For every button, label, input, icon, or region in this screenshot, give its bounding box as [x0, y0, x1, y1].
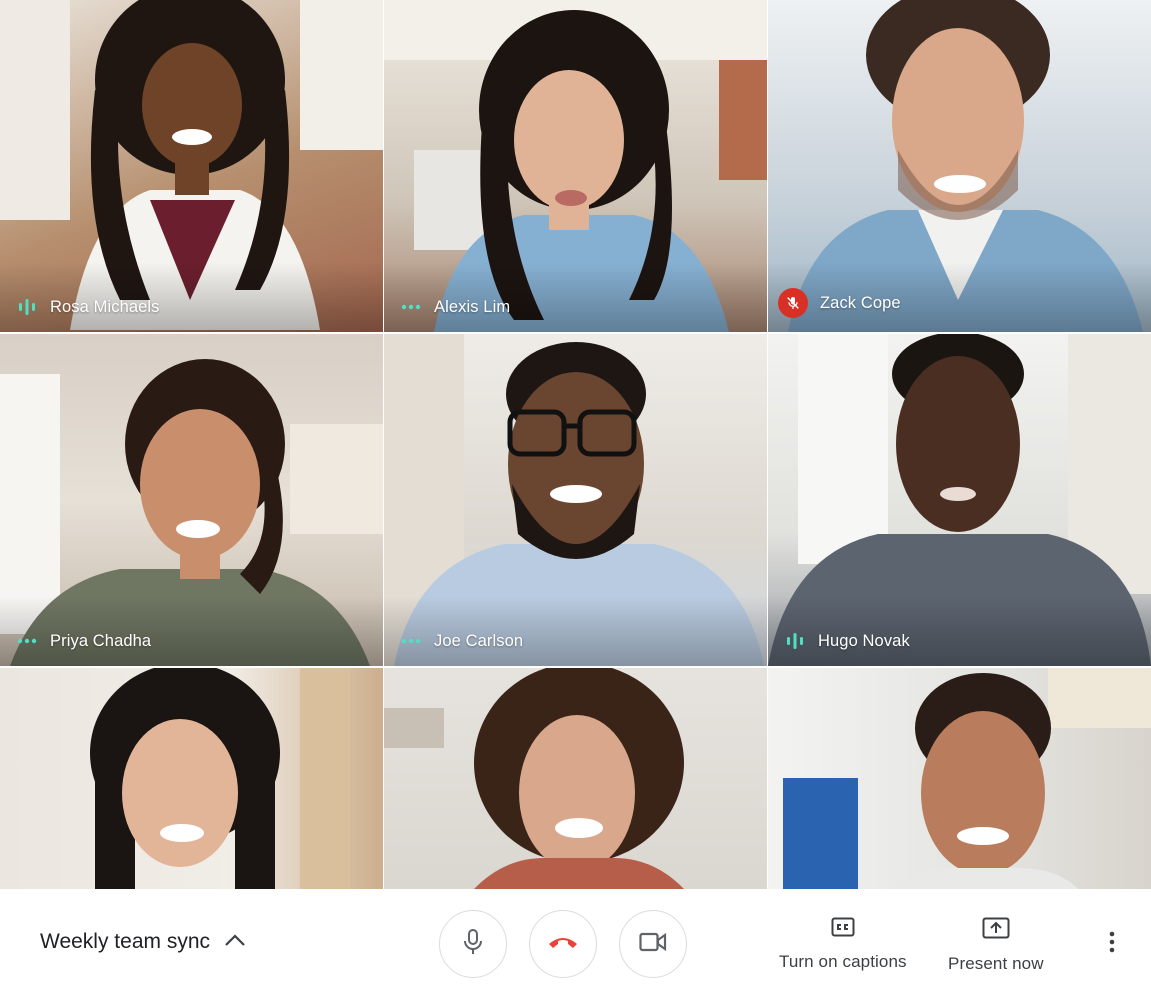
present-now-button[interactable]: Present now — [948, 917, 1044, 974]
participant-grid: Rosa Michaels Alexis Lim Zack Cope Priya… — [0, 0, 1151, 889]
hangup-icon — [547, 934, 579, 955]
participant-video — [783, 668, 1151, 889]
meeting-details[interactable]: Weekly team sync — [40, 930, 246, 954]
camera-button[interactable] — [619, 910, 687, 978]
speaking-icon — [784, 630, 806, 652]
participant-tile-7[interactable] — [0, 668, 383, 889]
participant-tile-priya-chadha[interactable]: Priya Chadha — [0, 334, 383, 666]
participant-tile-hugo-novak[interactable]: Hugo Novak — [768, 334, 1151, 666]
speaking-icon — [16, 296, 38, 318]
nameplate: Priya Chadha — [16, 630, 151, 652]
participant-tile-alexis-lim[interactable]: Alexis Lim — [384, 0, 767, 332]
participant-name: Rosa Michaels — [50, 297, 160, 316]
nameplate: Zack Cope — [778, 288, 901, 318]
participant-tile-joe-carlson[interactable]: Joe Carlson — [384, 334, 767, 666]
captions-button[interactable]: Turn on captions — [779, 917, 907, 972]
present-icon — [982, 917, 1010, 944]
captions-icon — [831, 917, 855, 942]
mic-off-icon — [778, 288, 808, 318]
participant-name: Zack Cope — [820, 293, 901, 312]
nameplate: Rosa Michaels — [16, 296, 160, 318]
participant-name: Priya Chadha — [50, 631, 152, 650]
participant-video — [384, 668, 684, 889]
microphone-button[interactable] — [439, 910, 507, 978]
participant-tile-8[interactable] — [384, 668, 767, 889]
participant-tile-rosa-michaels[interactable]: Rosa Michaels — [0, 0, 383, 332]
present-label: Present now — [948, 954, 1044, 973]
chevron-up-icon[interactable] — [224, 933, 246, 952]
nameplate: Hugo Novak — [784, 630, 910, 652]
meeting-title: Weekly team sync — [40, 930, 210, 953]
nameplate: Alexis Lim — [400, 296, 510, 318]
captions-label: Turn on captions — [779, 952, 907, 971]
more-vert-icon — [1109, 931, 1115, 958]
mic-icon — [461, 928, 485, 960]
participant-tile-zack-cope[interactable]: Zack Cope — [768, 0, 1151, 332]
ellipsis-icon — [400, 630, 422, 652]
ellipsis-icon — [16, 630, 38, 652]
camera-icon — [639, 932, 667, 957]
participant-video — [90, 668, 350, 889]
nameplate: Joe Carlson — [400, 630, 523, 652]
ellipsis-icon — [400, 296, 422, 318]
participant-name: Alexis Lim — [434, 297, 511, 316]
participant-name: Joe Carlson — [434, 631, 524, 650]
bottom-control-bar: Weekly team sync Turn on captions Presen… — [0, 889, 1151, 1000]
hang-up-button[interactable] — [529, 910, 597, 978]
participant-name: Hugo Novak — [818, 631, 910, 650]
participant-tile-9[interactable] — [768, 668, 1151, 889]
more-options-button[interactable] — [1100, 929, 1124, 959]
